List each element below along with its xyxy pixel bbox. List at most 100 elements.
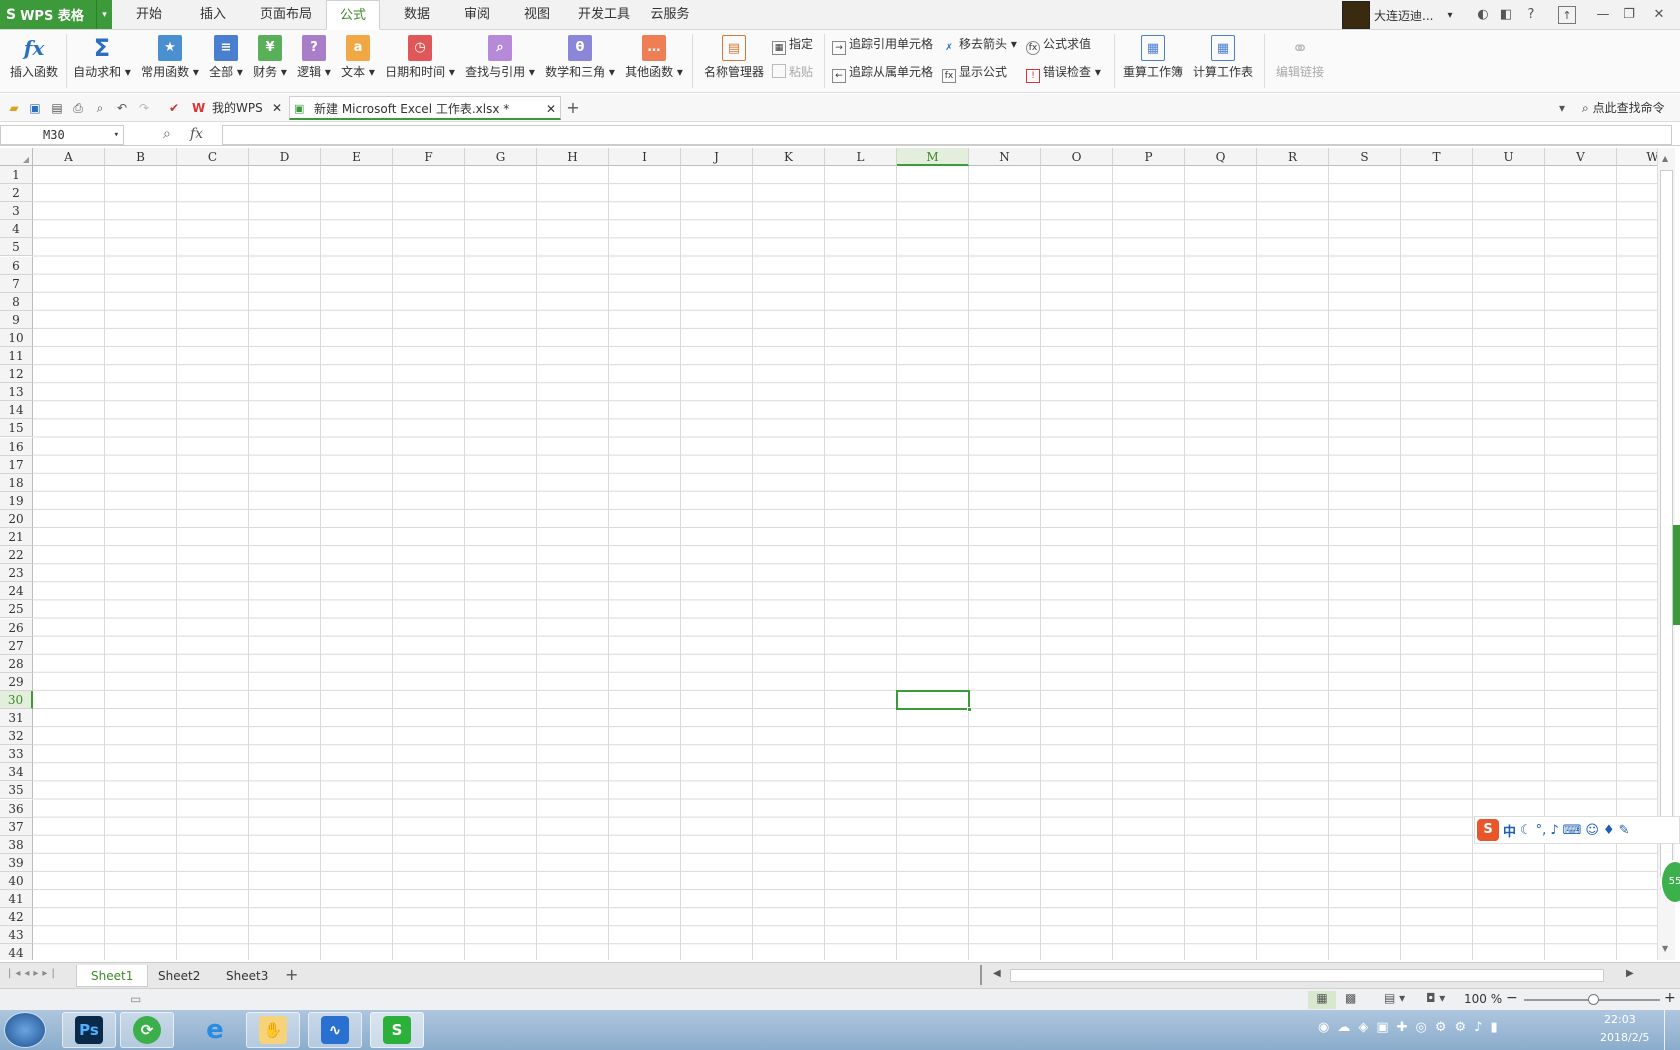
user-dropdown-icon[interactable]: ▾ [1447,10,1452,21]
row-header[interactable]: 7 [0,274,33,293]
row-header[interactable]: 14 [0,401,33,420]
column-header[interactable]: M [897,148,969,166]
tab-menu-5[interactable]: 审阅 [450,0,504,30]
tab-menu-3[interactable]: 公式 [326,0,380,30]
zoom-search-icon[interactable]: ⌕ [163,126,171,142]
column-header[interactable]: O [1041,148,1113,166]
taskbar-wps[interactable]: S [370,1012,424,1048]
row-header[interactable]: 27 [0,636,33,655]
row-header[interactable]: 6 [0,256,33,275]
mic-icon[interactable]: ♪ [1550,823,1558,838]
column-header[interactable]: J [681,148,753,166]
datetime-button[interactable]: ◷ 日期和时间 ▾ [384,32,456,90]
zoom-level[interactable]: 100 % [1464,992,1502,1006]
taskbar-photoshop[interactable]: Ps [62,1012,116,1048]
column-header[interactable]: K [753,148,825,166]
row-header[interactable]: 10 [0,328,33,347]
column-header[interactable]: P [1113,148,1185,166]
row-header[interactable]: 18 [0,473,33,492]
row-header[interactable]: 20 [0,509,33,528]
minimize-icon[interactable]: — [1594,6,1612,24]
row-header[interactable]: 17 [0,455,33,474]
lookup-button[interactable]: ⌕ 查找与引用 ▾ [464,32,536,90]
undo-icon[interactable]: ↶ [114,100,130,116]
scroll-right-icon[interactable]: ▶ [1626,968,1634,979]
row-header[interactable]: 1 [0,166,33,185]
reading-mode-icon[interactable]: ◘ ▾ [1426,991,1445,1005]
other-functions-button[interactable]: … 其他函数 ▾ [624,32,684,90]
formula-input[interactable] [222,125,1672,145]
tab-menu-1[interactable]: 插入 [186,0,240,30]
column-header[interactable]: C [177,148,249,166]
column-header[interactable]: V [1545,148,1617,166]
column-header[interactable]: L [825,148,897,166]
clock-time[interactable]: 22:03 [1604,1013,1636,1026]
selected-cell[interactable] [896,689,972,712]
taskbar-360[interactable]: ⟳ [120,1012,174,1048]
sheet-tab[interactable]: Sheet1 [76,965,149,987]
row-header[interactable]: 19 [0,491,33,510]
horizontal-scrollbar[interactable] [1010,969,1604,982]
page-break-view-icon[interactable]: ▩ [1345,991,1356,1005]
autosum-button[interactable]: Σ 自动求和 ▾ [70,32,134,90]
row-header[interactable]: 42 [0,908,33,927]
side-panel-toggle[interactable] [1673,525,1680,625]
restore-icon[interactable]: ❐ [1620,6,1638,24]
row-header[interactable]: 34 [0,763,33,782]
app-menu-button[interactable]: S WPS 表格 ▾ [0,0,112,29]
finance-button[interactable]: ¥ 财务 ▾ [250,32,290,90]
column-header[interactable]: D [249,148,321,166]
shirt-icon[interactable]: ♦ [1603,823,1615,838]
tab-menu-4[interactable]: 数据 [388,0,446,30]
zoom-slider-thumb[interactable] [1588,994,1599,1005]
row-header[interactable]: 40 [0,871,33,890]
tab-menu-8[interactable]: 云服务 [640,0,700,30]
row-header[interactable]: 26 [0,618,33,637]
tab-workbook[interactable]: ▣ 新建 Microsoft Excel 工作表.xlsx * ✕ [289,96,561,120]
close-icon[interactable]: ✕ [1650,6,1668,24]
show-desktop-button[interactable] [1664,1010,1680,1050]
row-header[interactable]: 29 [0,672,33,691]
wrench-icon[interactable]: ✎ [1619,823,1630,838]
column-header[interactable]: Q [1185,148,1257,166]
new-tab-icon[interactable]: + [565,100,581,116]
export-pdf-icon[interactable]: ▤ [49,100,65,116]
insert-function-button[interactable]: fx 插入函数 [6,32,62,90]
show-formulas-button[interactable]: fx 显示公式 [942,62,1007,83]
taskbar-ie[interactable]: e [188,1012,242,1048]
name-box-dropdown-icon[interactable]: ▾ [114,126,119,144]
tab-menu-0[interactable]: 开始 [120,0,178,30]
add-sheet-icon[interactable]: + [285,965,298,984]
app-menu-dropdown-icon[interactable]: ▾ [96,0,112,29]
tab-my-wps[interactable]: W 我的WPS ✕ [188,96,284,120]
customize-icon[interactable]: ✔ [166,100,182,116]
fill-handle[interactable] [967,706,972,712]
calc-sheet-button[interactable]: ▦ 计算工作表 [1190,32,1256,90]
name-manager-button[interactable]: ▤ 名称管理器 [700,32,768,90]
toolbar-options-icon[interactable]: ▾ [1554,100,1570,116]
scroll-down-icon[interactable]: ▼ [1662,944,1668,953]
print-icon[interactable]: ⎙ [70,100,86,116]
column-header[interactable]: E [321,148,393,166]
column-header[interactable]: W [1617,148,1662,166]
taskbar-app[interactable]: ✋ [246,1012,300,1048]
evaluate-formula-button[interactable]: fx 公式求值 [1026,34,1091,55]
close-tab-icon[interactable]: ✕ [546,97,556,121]
row-header[interactable]: 35 [0,781,33,800]
user-account[interactable]: 大连迈迪... ▾ [1342,0,1452,30]
row-header[interactable]: 3 [0,202,33,221]
row-header[interactable]: 8 [0,292,33,311]
sheet-tab[interactable]: Sheet3 [212,965,282,987]
column-header[interactable]: U [1473,148,1545,166]
close-tab-icon[interactable]: ✕ [272,96,282,120]
punctuation-icon[interactable]: °, [1536,823,1547,838]
row-header[interactable]: 16 [0,437,33,456]
save-icon[interactable]: ▣ [27,100,43,116]
command-search[interactable]: ⌕ 点此查找命令 [1582,99,1665,116]
column-header[interactable]: F [393,148,465,166]
tab-menu-2[interactable]: 页面布局 [246,0,326,30]
scroll-left-icon[interactable]: ◀ [993,968,1001,979]
row-header[interactable]: 12 [0,365,33,384]
row-header[interactable]: 24 [0,582,33,601]
column-header[interactable]: T [1401,148,1473,166]
